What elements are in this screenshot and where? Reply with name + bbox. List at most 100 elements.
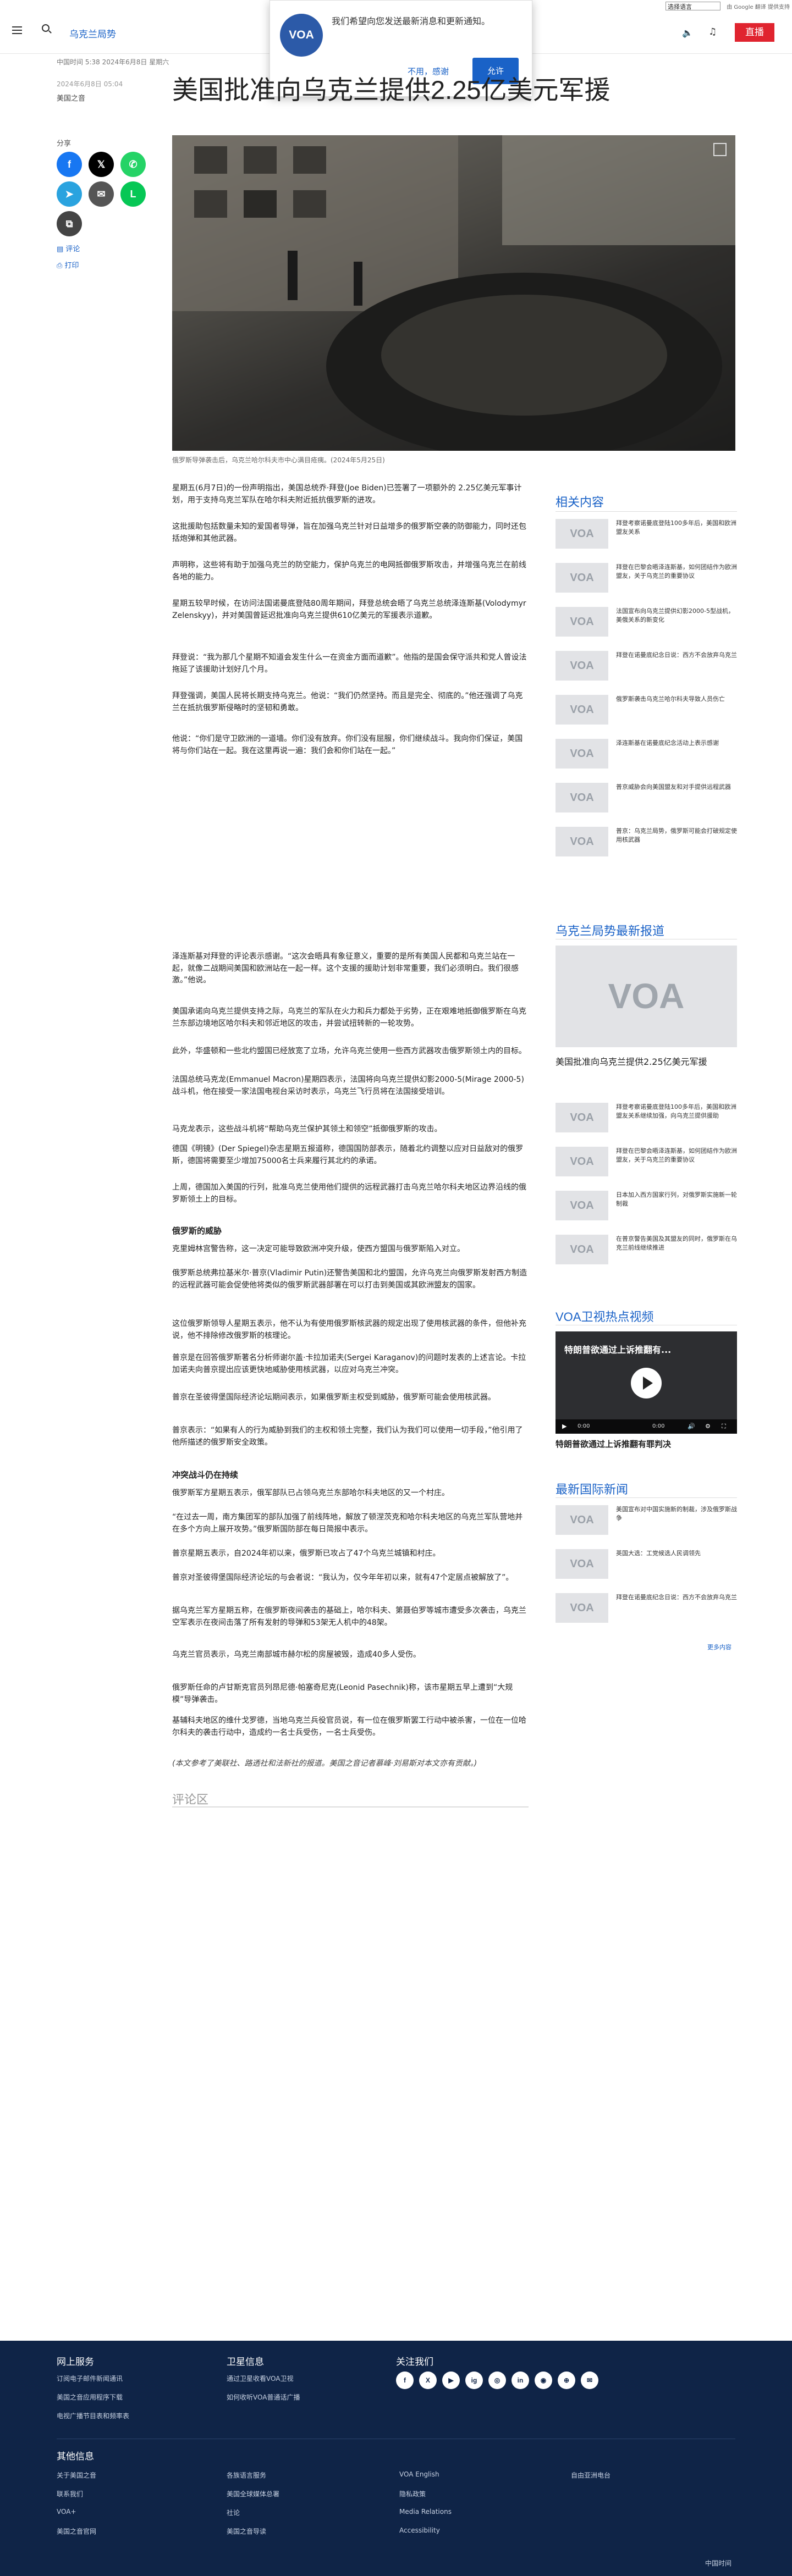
- paragraph: 这位俄罗斯领导人星期五表示，他不认为有使用俄罗斯核武器的规定出现了使用核武器的条…: [172, 1319, 526, 1340]
- related-item[interactable]: VOA 法国宣布向乌克兰提供幻影2000-5型战机，美俄关系的新变化: [556, 607, 737, 646]
- video-duration: 0:00: [652, 1423, 665, 1429]
- footer-link[interactable]: Media Relations: [399, 2508, 452, 2516]
- footer-link[interactable]: 自由亚洲电台: [571, 2470, 610, 2480]
- settings-icon[interactable]: ⚙: [705, 1423, 711, 1430]
- footer-link[interactable]: 美国全球媒体总署: [227, 2489, 279, 2498]
- video-caption[interactable]: 特朗普欲通过上诉推翻有罪判决: [556, 1438, 671, 1450]
- latest-lead-title[interactable]: 美国批准向乌克兰提供2.25亿美元军援: [556, 1054, 737, 1068]
- play-icon[interactable]: [631, 1368, 662, 1398]
- thumbnail: VOA: [556, 695, 608, 725]
- paragraph: 法国总统马克龙(Emmanuel Macron)星期四表示，法国将向乌克兰提供幻…: [172, 1075, 524, 1096]
- x-icon[interactable]: X: [419, 2372, 437, 2389]
- related-item[interactable]: VOA 普京：乌克兰局势，俄罗斯可能会打破规定使用核武器: [556, 827, 737, 866]
- language-select[interactable]: 选择语言: [666, 2, 721, 10]
- paragraph: 拜登强调，美国人民将长期支持乌克兰。他说：“我们仍然坚持。而且是完全、彻底的。”…: [172, 692, 523, 712]
- email-icon[interactable]: ✉: [581, 2372, 598, 2389]
- comment-link[interactable]: ▤ 评论: [57, 243, 80, 253]
- divider: [556, 1497, 737, 1498]
- footer-link[interactable]: 美国之音官网: [57, 2527, 96, 2536]
- podcast-icon[interactable]: ◎: [488, 2372, 506, 2389]
- related-item[interactable]: VOA 普京威胁会向美国盟友和对手提供远程武器: [556, 783, 737, 822]
- paragraph: 拜登说：“我为那几个星期不知道会发生什么一在资金方面而道歉”。他指的是国会保守派…: [172, 653, 527, 674]
- facebook-icon[interactable]: f: [57, 152, 82, 177]
- facebook-icon[interactable]: f: [396, 2372, 414, 2389]
- related-item[interactable]: VOA 拜登在诺曼底纪念日说：西方不会放弃乌克兰: [556, 651, 737, 690]
- local-time-note: 中国时间 5:38 2024年6月8日 星期六: [57, 58, 169, 66]
- paragraph: 乌克兰官员表示，乌克兰南部城市赫尔松的房屋被毁，造成40多人受伤。: [172, 1650, 421, 1659]
- google-translate-credit[interactable]: 由 Google 翻译 提供支持: [727, 2, 790, 10]
- comments-divider: [172, 1806, 529, 1807]
- paragraph: 星期五(6月7日)的一份声明指出，美国总统乔·拜登(Joe Biden)已签署了…: [172, 484, 522, 505]
- share-label: 分享: [57, 140, 72, 148]
- footer-link[interactable]: 订阅电子邮件新闻通讯: [57, 2374, 123, 2383]
- footer-link[interactable]: 关于美国之音: [57, 2470, 96, 2480]
- paragraph: 德国《明镜》(Der Spiegel)杂志星期五报道称，德国国防部表示，随着北约…: [172, 1145, 524, 1165]
- more-link[interactable]: 更多内容: [707, 1643, 732, 1651]
- latest-item[interactable]: VOA 拜登在巴黎会晤泽连斯基，如何团结作为欧洲盟友，关于乌克兰的重要协议: [556, 1147, 737, 1186]
- related-item[interactable]: VOA 泽连斯基在诺曼底纪念活动上表示感谢: [556, 739, 737, 778]
- telegram-icon[interactable]: ➤: [57, 181, 82, 207]
- footer-link[interactable]: 社论: [227, 2508, 240, 2517]
- footer-link[interactable]: VOA+: [57, 2508, 76, 2516]
- footer-heading-satellite: 卫星信息: [227, 2357, 264, 2367]
- section-title[interactable]: 乌克兰局势: [69, 26, 116, 40]
- footer-link[interactable]: VOA English: [399, 2470, 439, 2478]
- fullscreen-icon[interactable]: ⛶: [722, 1423, 726, 1430]
- footer-link[interactable]: 通过卫星收看VOA卫视: [227, 2374, 293, 2383]
- intl-item[interactable]: VOA 英国大选：工党候选人民调领先: [556, 1549, 737, 1589]
- video-title: 特朗普欲通过上诉推翻有...: [564, 1345, 672, 1355]
- live-button[interactable]: 直播: [735, 23, 774, 42]
- rss-icon[interactable]: ◉: [535, 2372, 552, 2389]
- footer-link[interactable]: Accessibility: [399, 2527, 440, 2534]
- latest-item[interactable]: VOA 日本加入西方国家行列，对俄罗斯实施新一轮制裁: [556, 1191, 737, 1230]
- youtube-icon[interactable]: ▶: [442, 2372, 460, 2389]
- video-player[interactable]: 特朗普欲通过上诉推翻有... ▶ 0:00 0:00 🔊 ⚙ ⛶: [556, 1331, 737, 1434]
- line-icon[interactable]: L: [120, 181, 146, 207]
- paragraph: 据乌克兰军方星期五称，在俄罗斯夜间袭击的基础上，哈尔科夫、第聂伯罗等城市遭受多次…: [172, 1606, 526, 1627]
- thumbnail: VOA: [556, 739, 608, 769]
- footer-link[interactable]: 各族语言服务: [227, 2470, 266, 2480]
- paragraph: 声明称，这些将有助于加强乌克兰的防空能力，保护乌克兰的电网抵御俄罗斯攻击，并增强…: [172, 561, 526, 582]
- linkedin-icon[interactable]: in: [512, 2372, 529, 2389]
- play-small-icon[interactable]: ▶: [562, 1423, 566, 1430]
- footer-link[interactable]: 电视广播节目表和频率表: [57, 2411, 129, 2420]
- footer-link[interactable]: 如何收听VOA普通话广播: [227, 2392, 300, 2402]
- menu-icon[interactable]: [12, 26, 22, 34]
- intl-heading[interactable]: 最新国际新闻: [556, 1480, 628, 1497]
- paragraph: 俄罗斯军方星期五表示，俄军部队已占领乌克兰东部哈尔科夫地区的又一个村庄。: [172, 1489, 449, 1497]
- web-icon[interactable]: ⊕: [558, 2372, 575, 2389]
- latest-lead-thumbnail[interactable]: VOA: [556, 946, 737, 1047]
- related-item[interactable]: VOA 俄罗斯袭击乌克兰哈尔科夫导致人员伤亡: [556, 695, 737, 734]
- latest-item[interactable]: VOA 拜登考察诺曼底登陆100多年后，美国和欧洲盟友关系继续加强，向乌克兰提供援…: [556, 1103, 737, 1142]
- video-heading[interactable]: VOA卫视热点视频: [556, 1307, 653, 1325]
- share-row-3: ⧉: [57, 211, 82, 236]
- intl-item[interactable]: VOA 美国宣布对中国实施新的制裁，涉及俄罗斯战争: [556, 1505, 737, 1545]
- footer-link[interactable]: 美国之音应用程序下载: [57, 2392, 123, 2402]
- latest-heading[interactable]: 乌克兰局势最新报道: [556, 921, 664, 939]
- copy-link-icon[interactable]: ⧉: [57, 211, 82, 236]
- audio-player-icon[interactable]: ♫: [708, 26, 717, 37]
- print-link[interactable]: ⎙ 打印: [57, 259, 79, 270]
- footer-link[interactable]: 美国之音导读: [227, 2527, 266, 2536]
- image-caption: 俄罗斯导弹袭击后，乌克兰哈尔科夫市中心满目疮痍。(2024年5月25日): [172, 456, 385, 464]
- search-icon[interactable]: [42, 24, 50, 32]
- paragraph: 基辅科夫地区的维什戈罗德，当地乌克兰兵役官员说，有一位在俄罗斯罢工行动中被杀害，…: [172, 1716, 526, 1737]
- expand-icon[interactable]: [713, 143, 727, 156]
- paragraph: 俄罗斯任命的卢甘斯克官员列昂尼德·帕塞奇尼克(Leonid Pasechnik)…: [172, 1683, 513, 1704]
- footer-link[interactable]: 隐私政策: [399, 2489, 426, 2498]
- whatsapp-icon[interactable]: ✆: [120, 152, 146, 177]
- thumbnail: VOA: [556, 1549, 608, 1579]
- related-item[interactable]: VOA 拜登考察诺曼底登陆100多年后，美国和欧洲盟友关系: [556, 519, 737, 559]
- related-item[interactable]: VOA 拜登在巴黎会晤泽连斯基，如何团结作为欧洲盟友，关于乌克兰的重要协议: [556, 563, 737, 602]
- social-row: f X ▶ ig ◎ in ◉ ⊕ ✉: [396, 2372, 598, 2389]
- instagram-icon[interactable]: ig: [465, 2372, 483, 2389]
- footer-time: 中国时间: [705, 2560, 732, 2567]
- footer-link[interactable]: 联系我们: [57, 2489, 83, 2498]
- volume-icon[interactable]: 🔈: [682, 27, 693, 38]
- volume-icon[interactable]: 🔊: [688, 1423, 695, 1430]
- email-icon[interactable]: ✉: [89, 181, 114, 207]
- intl-item[interactable]: VOA 拜登在诺曼底纪念日说：西方不会放弃乌克兰: [556, 1593, 737, 1633]
- x-icon[interactable]: 𝕏: [89, 152, 114, 177]
- thumbnail: VOA: [556, 607, 608, 637]
- latest-item[interactable]: VOA 在普京警告美国及其盟友的同时，俄罗斯在乌克兰前线继续推进: [556, 1235, 737, 1274]
